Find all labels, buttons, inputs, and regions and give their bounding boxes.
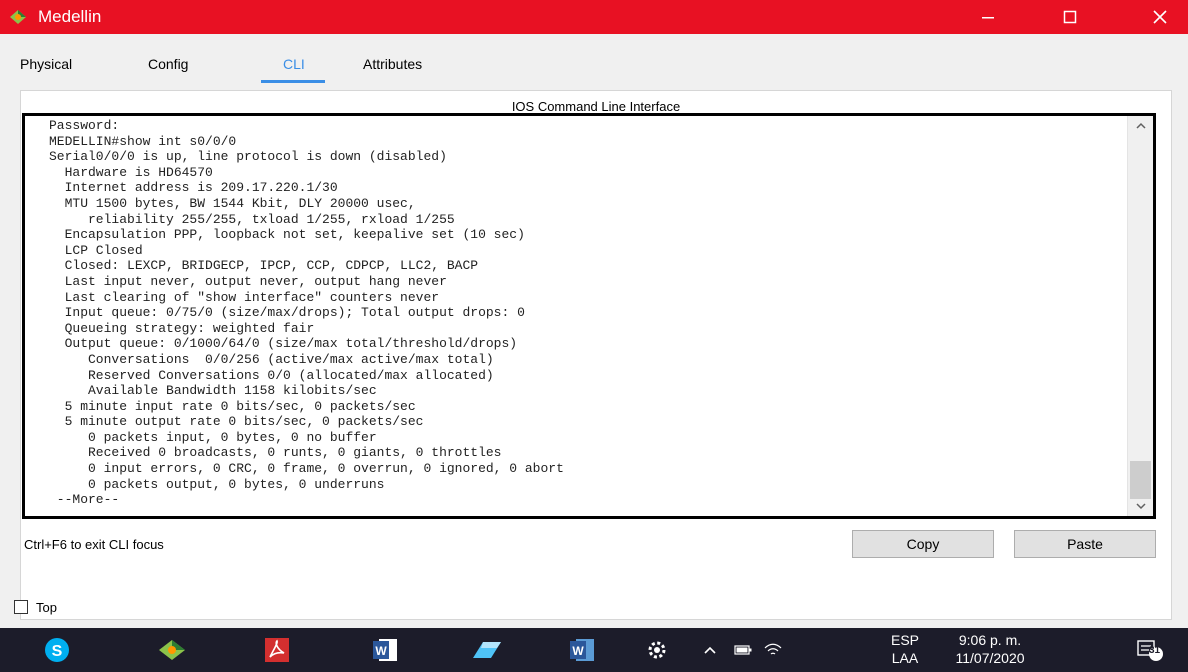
close-button[interactable] — [1132, 0, 1188, 34]
cli-line: Closed: LEXCP, BRIDGECP, IPCP, CCP, CDPC… — [49, 258, 479, 274]
taskbar-word-2[interactable]: W — [555, 628, 609, 672]
svg-text:W: W — [375, 644, 387, 658]
cli-line: Internet address is 209.17.220.1/30 — [49, 180, 338, 196]
clock-date: 11/07/2020 — [955, 650, 1025, 666]
skype-icon: S — [45, 638, 69, 662]
tab-attributes[interactable]: Attributes — [363, 56, 422, 72]
packet-tracer-app-icon — [473, 642, 501, 658]
cli-line: 5 minute input rate 0 bits/sec, 0 packet… — [49, 398, 416, 414]
battery-icon — [734, 645, 752, 655]
title-bar: Medellin — [0, 0, 1188, 34]
packet-tracer-icon — [10, 10, 26, 24]
cli-scrollbar[interactable] — [1127, 116, 1153, 516]
language-line-1: ESP — [890, 632, 919, 648]
cli-line: Last input never, output never, output h… — [49, 273, 447, 289]
cli-line: MEDELLIN#show int s0/0/0 — [49, 133, 237, 149]
tray-network[interactable] — [758, 628, 788, 672]
cli-line: Password: — [49, 118, 120, 133]
cli-line: 0 packets output, 0 bytes, 0 underruns — [49, 476, 385, 492]
cli-line: Hardware is HD64570 — [49, 164, 213, 180]
settings-icon — [648, 641, 666, 659]
taskbar: S W W ESP LAA 9:06 p. m. 11/07/2020 31 — [0, 628, 1188, 672]
window-title: Medellin — [38, 7, 102, 26]
tray-battery[interactable] — [728, 628, 758, 672]
notification-count: 31 — [1149, 645, 1161, 656]
language-indicator[interactable]: ESP LAA — [885, 632, 925, 666]
taskbar-packet-tracer[interactable] — [145, 628, 199, 672]
cli-line: 5 minute output rate 0 bits/sec, 0 packe… — [49, 414, 424, 430]
maximize-icon — [1063, 10, 1077, 24]
maximize-button[interactable] — [1042, 0, 1098, 34]
cli-output[interactable]: Password: MEDELLIN#show int s0/0/0 Serial0… — [49, 118, 1119, 514]
notification-center[interactable]: 31 — [1130, 628, 1170, 672]
tab-cli[interactable]: CLI — [283, 56, 305, 72]
taskbar-packet-tracer-2[interactable] — [460, 628, 514, 672]
cli-line: Encapsulation PPP, loopback not set, kee… — [49, 227, 525, 243]
svg-text:S: S — [52, 643, 63, 660]
cli-focus-hint: Ctrl+F6 to exit CLI focus — [24, 537, 164, 552]
svg-text:W: W — [572, 644, 584, 658]
taskbar-acrobat[interactable] — [250, 628, 304, 672]
cli-line: Received 0 broadcasts, 0 runts, 0 giants… — [49, 445, 502, 461]
panel-title: IOS Command Line Interface — [511, 99, 681, 114]
scroll-up-button[interactable] — [1128, 118, 1153, 134]
acrobat-icon — [265, 638, 289, 662]
cli-line: reliability 255/255, txload 1/255, rxloa… — [49, 211, 455, 227]
chevron-up-icon — [1135, 122, 1146, 129]
copy-button[interactable]: Copy — [852, 530, 994, 558]
network-icon — [764, 643, 782, 655]
clock-time: 9:06 p. m. — [958, 632, 1022, 648]
active-tab-indicator — [261, 80, 325, 83]
cli-line: Input queue: 0/75/0 (size/max/drops); To… — [49, 305, 525, 321]
cli-line: Serial0/0/0 is up, line protocol is down… — [49, 149, 447, 165]
cli-line: Last clearing of "show interface" counte… — [49, 289, 440, 305]
clock[interactable]: 9:06 p. m. 11/07/2020 — [940, 632, 1040, 666]
paste-button[interactable]: Paste — [1014, 530, 1156, 558]
word-icon-2: W — [570, 639, 594, 661]
cli-line: --More-- — [49, 492, 120, 508]
cli-line: Queueing strategy: weighted fair — [49, 320, 315, 336]
tab-physical[interactable]: Physical — [20, 56, 72, 72]
chevron-down-icon — [1135, 503, 1146, 510]
cli-line: Output queue: 0/1000/64/0 (size/max tota… — [49, 336, 518, 352]
taskbar-settings[interactable] — [630, 628, 684, 672]
top-checkbox-label: Top — [36, 599, 57, 615]
word-icon: W — [373, 639, 397, 661]
cli-line: Available Bandwidth 1158 kilobits/sec — [49, 383, 377, 399]
top-checkbox-row[interactable]: Top — [14, 598, 57, 616]
cli-line: MTU 1500 bytes, BW 1544 Kbit, DLY 20000 … — [49, 195, 416, 211]
cli-terminal[interactable]: Password: MEDELLIN#show int s0/0/0 Serial0… — [22, 113, 1156, 519]
top-checkbox[interactable] — [14, 600, 28, 614]
scroll-thumb[interactable] — [1130, 461, 1151, 499]
language-line-2: LAA — [891, 650, 919, 666]
cli-line: 0 input errors, 0 CRC, 0 frame, 0 overru… — [49, 461, 564, 477]
packet-tracer-taskbar-icon — [159, 640, 185, 660]
cli-line: Conversations 0/0/256 (active/max active… — [49, 351, 494, 367]
tab-config[interactable]: Config — [148, 56, 188, 72]
taskbar-skype[interactable]: S — [30, 628, 84, 672]
chevron-up-icon — [704, 646, 716, 654]
cli-line: LCP Closed — [49, 242, 143, 258]
minimize-button[interactable] — [960, 0, 1016, 34]
tray-show-hidden[interactable] — [695, 628, 725, 672]
cli-line: Reserved Conversations 0/0 (allocated/ma… — [49, 367, 494, 383]
close-icon — [1153, 10, 1167, 24]
scroll-down-button[interactable] — [1128, 498, 1153, 514]
taskbar-word[interactable]: W — [358, 628, 412, 672]
cli-line: 0 packets input, 0 bytes, 0 no buffer — [49, 429, 377, 445]
minimize-icon — [982, 17, 994, 19]
